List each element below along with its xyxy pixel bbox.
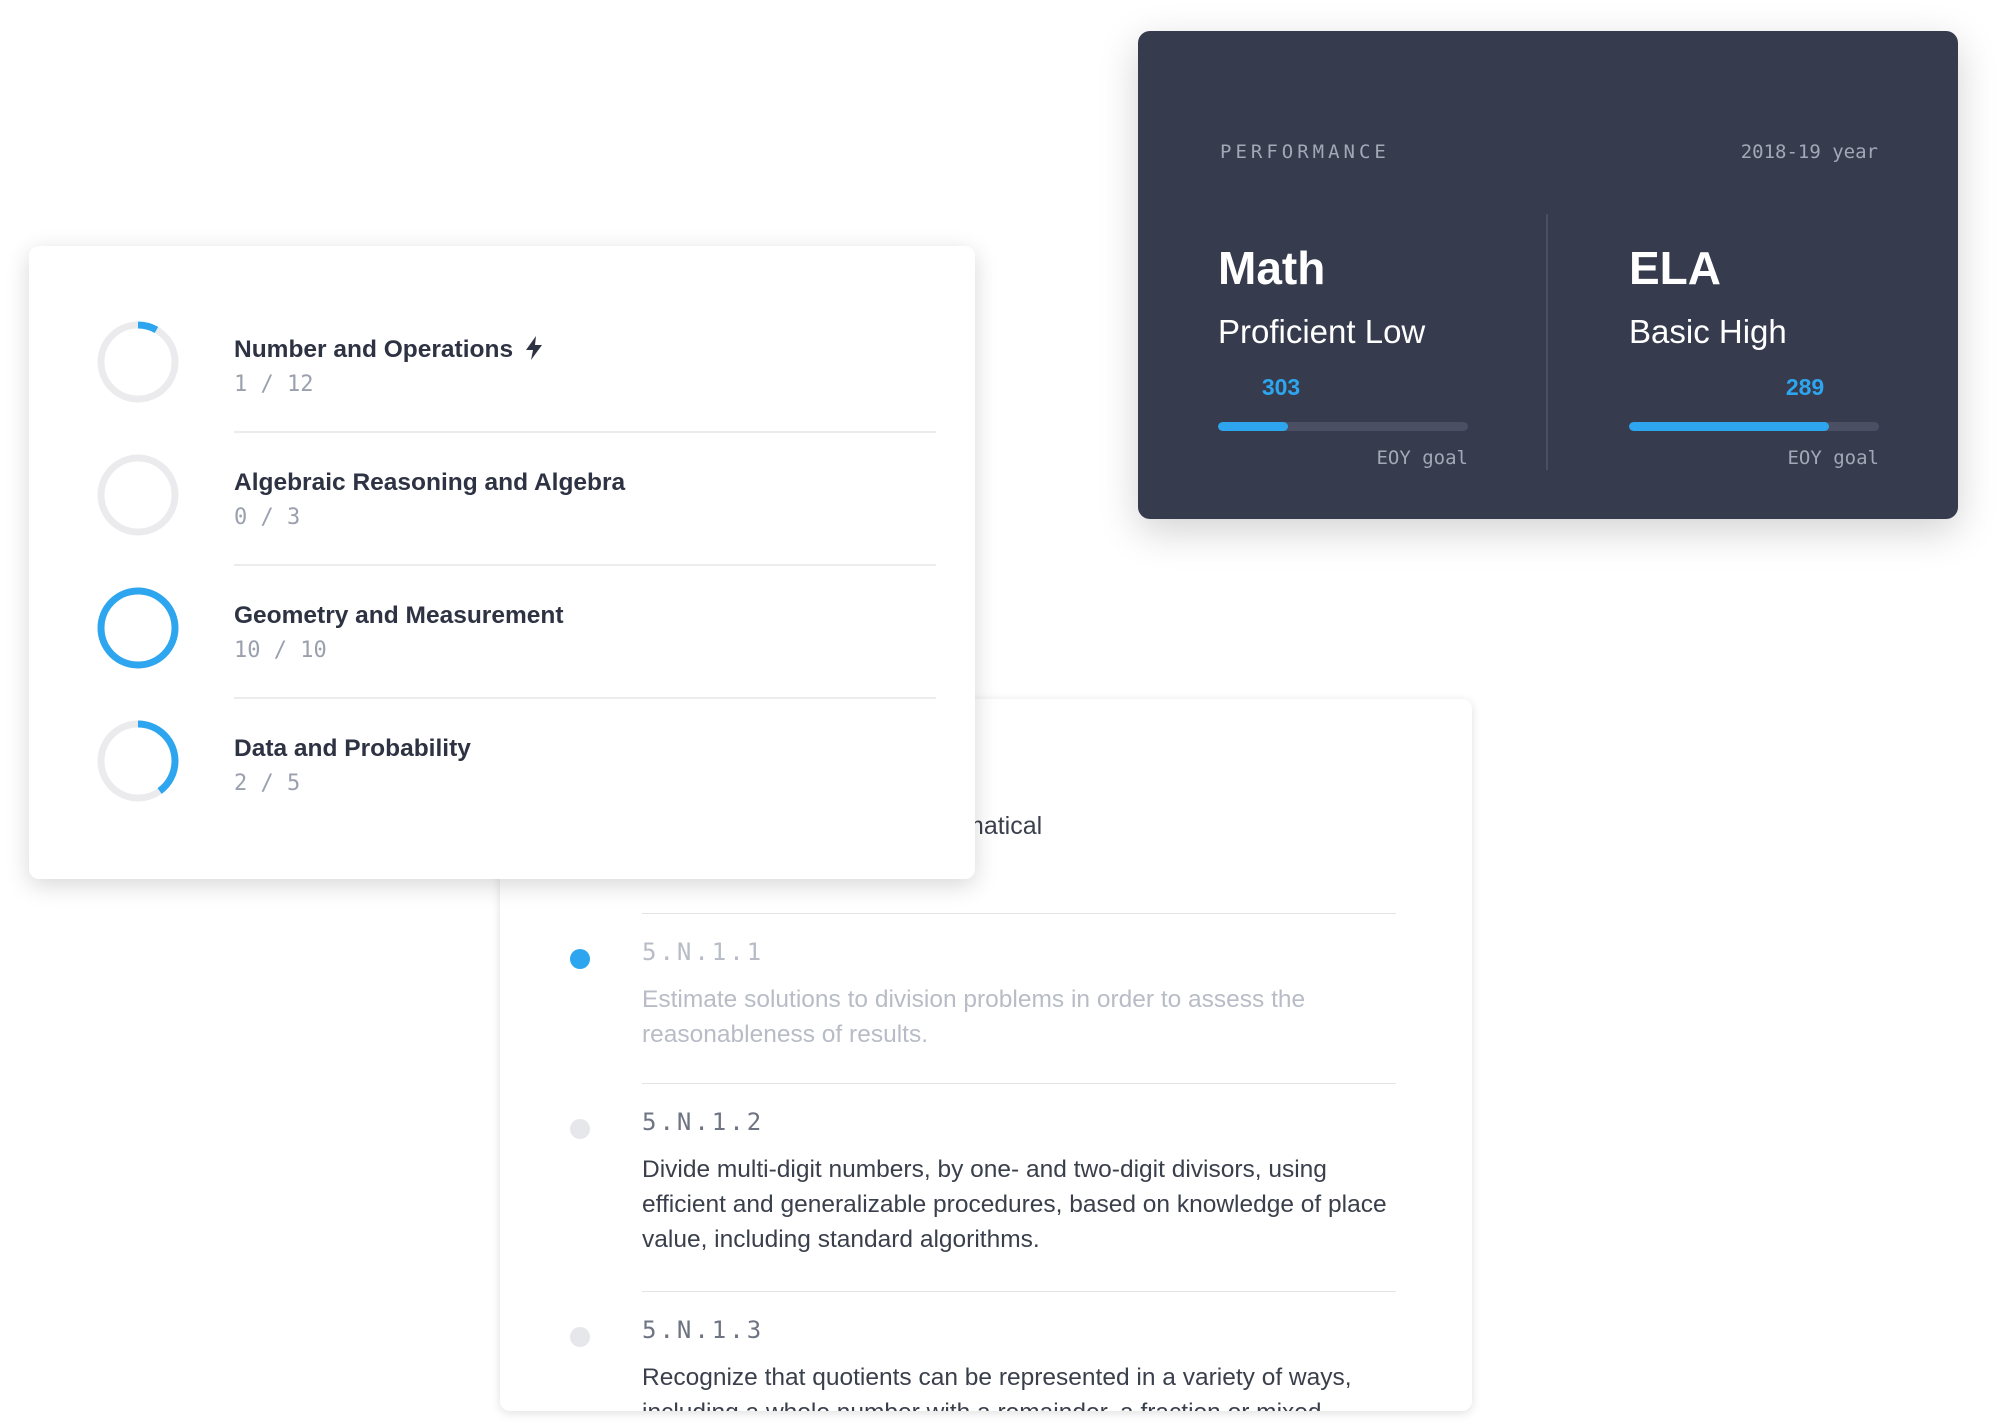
progress-ring: [97, 454, 179, 536]
subject-math[interactable]: Math Proficient Low 303 EOY goal: [1218, 241, 1468, 481]
subject-score: 303: [1261, 374, 1301, 400]
subject-progress-fill: [1218, 422, 1288, 431]
domain-divider: [234, 697, 936, 699]
domain-item[interactable]: Data and Probability 2 / 5: [29, 719, 975, 852]
subject-level: Proficient Low: [1218, 313, 1426, 350]
standard-status-dot: [570, 949, 590, 969]
domain-count: 0 / 3: [234, 505, 301, 530]
standards-divider: [642, 1291, 1396, 1292]
standards-divider: [642, 913, 1396, 914]
domain-count: 10 / 10: [234, 638, 327, 663]
lightning-bolt-icon: [525, 336, 543, 367]
progress-ring-arc: [97, 587, 179, 669]
eoy-goal-label: EOY goal: [1376, 447, 1468, 469]
subject-divider: [1546, 214, 1548, 470]
standard-code: 5.N.1.3: [642, 1316, 765, 1344]
subject-progress-bar: [1218, 422, 1468, 431]
domain-item[interactable]: Geometry and Measurement 10 / 10: [29, 586, 975, 719]
domain-item[interactable]: Algebraic Reasoning and Algebra 0 / 3: [29, 453, 975, 586]
progress-ring: [97, 587, 179, 669]
domain-title: Data and Probability: [234, 735, 471, 762]
domain-divider: [234, 564, 936, 566]
subject-ela[interactable]: ELA Basic High 289 EOY goal: [1629, 241, 1879, 481]
domain-title: Algebraic Reasoning and Algebra: [234, 469, 626, 496]
domain-count: 2 / 5: [234, 771, 301, 796]
domain-count: 1 / 12: [234, 372, 314, 397]
standard-code: 5.N.1.2: [642, 1108, 765, 1136]
domain-divider: [234, 431, 936, 433]
standards-divider: [642, 1083, 1396, 1084]
subject-level: Basic High: [1629, 313, 1787, 350]
standard-description: Divide multi-digit numbers, by one- and …: [642, 1156, 1387, 1253]
performance-eyebrow: PERFORMANCE: [1220, 141, 1390, 163]
domain-item[interactable]: Number and Operations 1 / 12: [29, 320, 975, 453]
subject-score: 289: [1785, 374, 1825, 400]
subject-name: Math: [1218, 242, 1326, 294]
domain-title: Geometry and Measurement: [234, 602, 564, 629]
standard-description: Recognize that quotients can be represen…: [642, 1364, 1352, 1411]
domain-title: Number and Operations: [234, 336, 543, 367]
performance-card: PERFORMANCE 2018-19 year Math Proficient…: [1138, 31, 1958, 519]
standard-description: Estimate solutions to division problems …: [642, 986, 1306, 1048]
subject-progress-bar: [1629, 422, 1879, 431]
domain-title-text: Number and Operations: [234, 336, 514, 363]
standard-status-dot: [570, 1327, 590, 1347]
subject-progress-fill: [1629, 422, 1829, 431]
domains-card: Number and Operations 1 / 12 Algebraic R…: [29, 246, 975, 879]
standard-code: 5.N.1.1: [642, 938, 765, 966]
subject-name: ELA: [1629, 242, 1721, 294]
progress-ring: [97, 321, 179, 403]
eoy-goal-label: EOY goal: [1787, 447, 1879, 469]
progress-ring: [97, 720, 179, 802]
school-year: 2018-19 year: [1740, 141, 1878, 163]
standard-status-dot: [570, 1119, 590, 1139]
